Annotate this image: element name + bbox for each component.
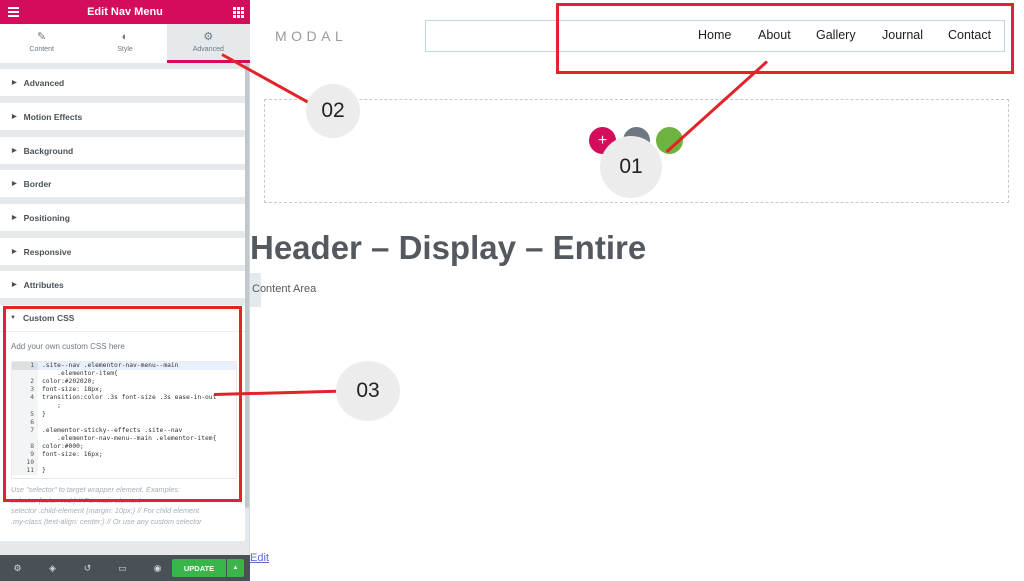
preview-icon[interactable]: ◉: [140, 563, 175, 574]
caret-right-icon: ▶: [12, 181, 17, 187]
panel-header: Edit Nav Menu: [0, 0, 250, 24]
tab-advanced[interactable]: ⚙ Advanced: [166, 24, 250, 63]
section-positioning[interactable]: ▶ Positioning: [0, 204, 245, 231]
annotation-box-custom-css: [3, 306, 242, 502]
hamburger-menu-icon[interactable]: [2, 0, 24, 24]
section-label: Responsive: [23, 246, 72, 257]
section-label: Border: [23, 178, 52, 189]
update-button[interactable]: UPDATE: [172, 559, 226, 577]
section-advanced[interactable]: ▶ Advanced: [0, 69, 245, 96]
panel-tabs: ✎ Content ◐ Style ⚙ Advanced: [0, 24, 250, 63]
annotation-badge-02: 02: [306, 84, 360, 138]
gear-icon: ⚙: [203, 31, 214, 43]
caret-right-icon: ▶: [12, 80, 17, 86]
section-background[interactable]: ▶ Background: [0, 137, 245, 164]
site-logo[interactable]: MODAL: [275, 28, 347, 44]
tab-content[interactable]: ✎ Content: [0, 24, 83, 63]
help-line: .my-class {text-align: center;} // Or us…: [11, 516, 202, 526]
section-label: Attributes: [23, 279, 64, 290]
page-title: Header – Display – Entire: [250, 229, 647, 266]
responsive-icon[interactable]: ▭: [105, 563, 140, 574]
pencil-icon: ✎: [37, 31, 47, 43]
caret-right-icon: ▶: [12, 282, 17, 288]
section-label: Background: [23, 145, 74, 156]
help-line: selector .child-element {margin: 10px;} …: [11, 506, 200, 515]
section-label: Motion Effects: [23, 111, 83, 122]
caret-right-icon: ▶: [12, 114, 17, 120]
section-border[interactable]: ▶ Border: [0, 170, 245, 197]
contrast-icon: ◐: [121, 31, 129, 43]
panel-footer: ⚙ ◈ ↺ ▭ ◉ UPDATE ▲: [0, 555, 250, 581]
panel-scrollbar[interactable]: [245, 63, 249, 508]
annotation-box-nav: [556, 3, 1014, 74]
section-motion-effects[interactable]: ▶ Motion Effects: [0, 103, 245, 130]
content-area-label: Content Area: [252, 283, 317, 295]
tab-style[interactable]: ◐ Style: [83, 24, 166, 63]
section-responsive[interactable]: ▶ Responsive: [0, 238, 245, 265]
panel-title: Edit Nav Menu: [87, 6, 163, 18]
layers-icon[interactable]: ◈: [35, 563, 70, 574]
settings-icon[interactable]: ⚙: [0, 563, 35, 574]
widgets-grid-icon[interactable]: [226, 0, 250, 24]
tab-content-label: Content: [29, 46, 54, 53]
caret-right-icon: ▶: [12, 148, 17, 154]
section-attributes[interactable]: ▶ Attributes: [0, 271, 245, 298]
annotation-badge-03: 03: [336, 361, 400, 421]
caret-right-icon: ▶: [12, 249, 17, 255]
annotation-badge-01: 01: [600, 136, 662, 198]
caret-right-icon: ▶: [12, 215, 17, 221]
tab-advanced-label: Advanced: [192, 46, 224, 53]
edit-link[interactable]: Edit: [250, 552, 269, 564]
section-label: Advanced: [23, 77, 65, 88]
history-icon[interactable]: ↺: [70, 563, 105, 574]
section-label: Positioning: [23, 212, 70, 223]
update-options-icon[interactable]: ▲: [227, 559, 244, 577]
tab-style-label: Style: [117, 46, 133, 53]
